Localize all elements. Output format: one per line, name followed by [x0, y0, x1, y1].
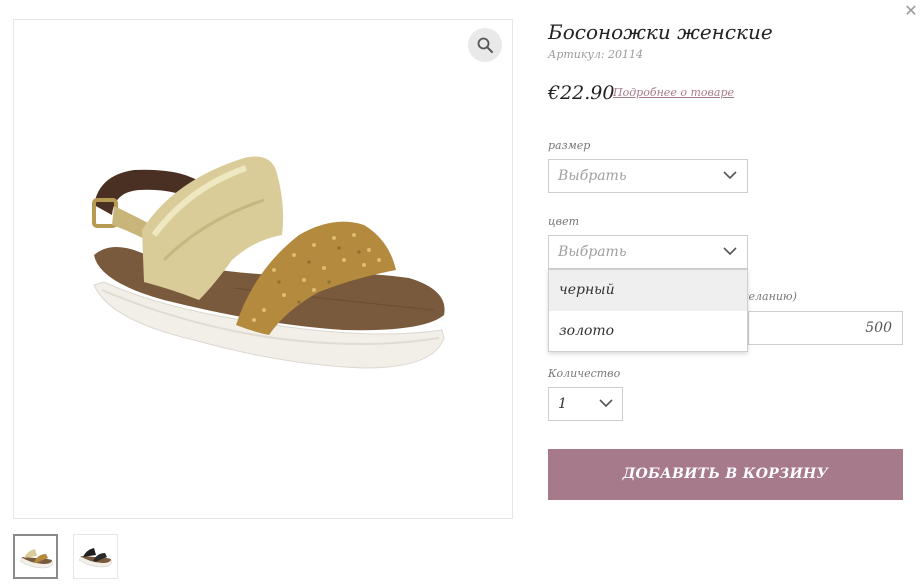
- magnifier-icon: [477, 37, 493, 53]
- quantity-label: Количество: [548, 367, 621, 380]
- color-dropdown-menu: черный золото: [548, 269, 748, 352]
- thumbnail-gold-sandal[interactable]: [13, 534, 58, 579]
- donation-input[interactable]: 500: [748, 311, 903, 345]
- color-label: цвет: [548, 215, 580, 228]
- donation-value: 500: [865, 320, 892, 336]
- add-to-cart-button[interactable]: Добавить в корзину: [548, 449, 903, 500]
- quantity-value: 1: [558, 396, 567, 412]
- size-select-value: Выбрать: [558, 168, 627, 184]
- black-sandal-thumb: [78, 548, 113, 568]
- chevron-down-icon: [723, 171, 737, 180]
- size-select[interactable]: Выбрать: [548, 159, 748, 193]
- color-option-black[interactable]: черный: [549, 270, 747, 311]
- quantity-select[interactable]: 1: [548, 387, 623, 421]
- product-sku: Артикул: 20114: [548, 48, 644, 61]
- chevron-down-icon: [599, 399, 613, 408]
- product-price: €22.90: [548, 82, 615, 104]
- product-title: Босоножки женские: [548, 20, 773, 44]
- chevron-down-icon: [723, 247, 737, 256]
- close-icon[interactable]: ✕: [903, 2, 919, 20]
- size-label: размер: [548, 139, 591, 152]
- product-main-image: [13, 19, 513, 519]
- zoom-button[interactable]: [468, 28, 502, 62]
- thumbnail-black-sandal[interactable]: [73, 534, 118, 579]
- color-select-value: Выбрать: [558, 244, 627, 260]
- gold-sandal-thumb: [19, 549, 54, 569]
- product-details-link[interactable]: Подробнее о товаре: [613, 86, 734, 99]
- color-option-gold[interactable]: золото: [549, 311, 747, 352]
- color-select[interactable]: Выбрать: [548, 235, 748, 269]
- sandal-image: [92, 156, 445, 369]
